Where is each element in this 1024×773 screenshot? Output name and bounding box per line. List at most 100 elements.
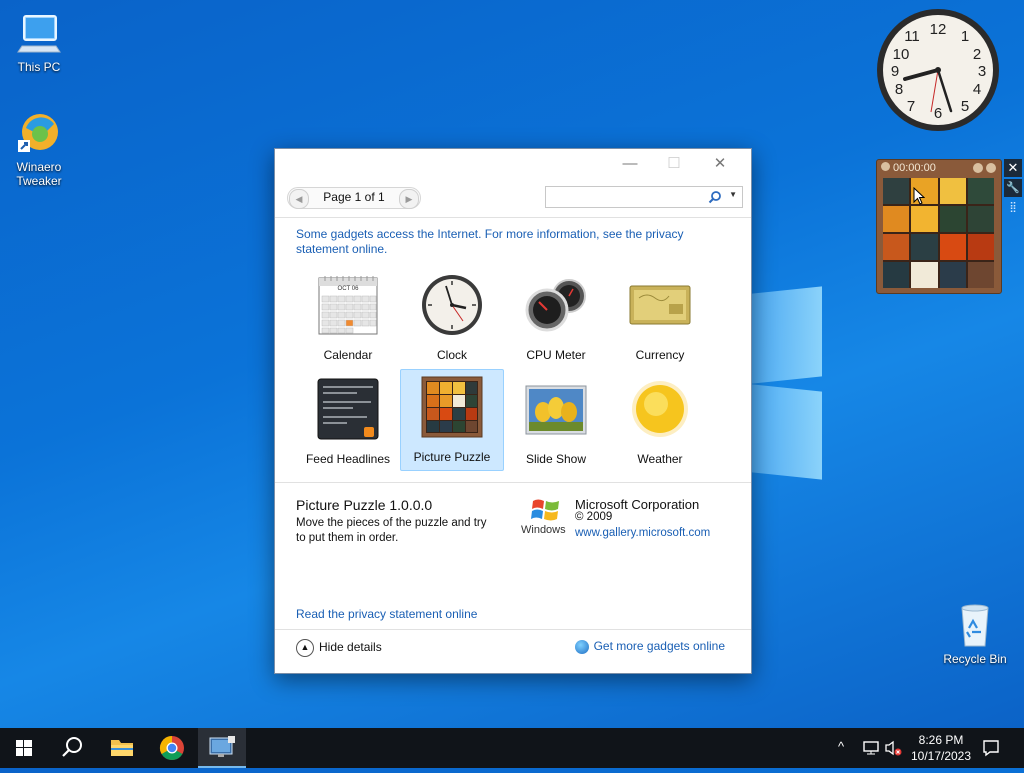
clock-icon: [421, 274, 483, 336]
windows-flag-icon: [531, 499, 559, 521]
gadget-feed-headlines[interactable]: Feed Headlines: [296, 371, 400, 473]
close-button[interactable]: ✕: [705, 153, 735, 175]
puzzle-tile[interactable]: [939, 262, 966, 288]
puzzle-tile[interactable]: [911, 234, 938, 260]
drag-gadget-handle[interactable]: ⣿: [1004, 199, 1022, 217]
svg-text:9: 9: [891, 63, 899, 80]
wallpaper-logo-pane: [752, 286, 822, 384]
puzzle-tile[interactable]: [911, 206, 938, 232]
search-dropdown-icon[interactable]: ▼: [729, 190, 737, 199]
gadget-slide-show[interactable]: Slide Show: [504, 371, 608, 473]
svg-text:7: 7: [907, 98, 915, 115]
puzzle-tile[interactable]: [967, 234, 994, 260]
search-box[interactable]: ▼: [545, 186, 743, 208]
gadget-label: Weather: [637, 452, 683, 466]
puzzle-tile[interactable]: [883, 206, 910, 232]
gadget-label: CPU Meter: [526, 348, 586, 362]
slide-show-icon: [525, 378, 587, 440]
help-icon[interactable]: [973, 163, 983, 173]
desktop-icon-winaero-tweaker[interactable]: Winaero Tweaker: [4, 110, 74, 188]
gadget-options-button[interactable]: 🔧: [1004, 179, 1022, 197]
puzzle-tile[interactable]: [939, 206, 966, 232]
clock-gadget[interactable]: 12 1 2 345 678 9 10 11: [875, 7, 1001, 133]
desktop-icon-label: This PC: [17, 60, 61, 74]
notifications-icon[interactable]: [982, 739, 1000, 757]
desktop-icon-this-pc[interactable]: This PC: [4, 10, 74, 74]
get-more-gadgets-label: Get more gadgets online: [593, 639, 725, 653]
details-title: Picture Puzzle 1.0.0.0: [296, 497, 433, 513]
gadget-clock[interactable]: Clock: [400, 267, 504, 369]
cpu-meter-icon: [525, 274, 587, 336]
start-button[interactable]: [0, 728, 48, 768]
volume-muted-icon[interactable]: [884, 740, 902, 756]
network-icon[interactable]: [862, 740, 880, 756]
pause-icon[interactable]: [986, 163, 996, 173]
calendar-icon: OCT 06: [317, 274, 379, 336]
maximize-icon: ☐: [667, 155, 681, 172]
puzzle-tile[interactable]: [967, 178, 994, 204]
gadget-weather[interactable]: Weather: [608, 371, 712, 473]
search-icon[interactable]: [708, 190, 722, 204]
privacy-statement-link[interactable]: Read the privacy statement online: [296, 607, 477, 621]
puzzle-tile[interactable]: [883, 234, 910, 260]
gadgets-window: — ☐ ✕ ◀ Page 1 of 1 ▶ ▼ Some gadgets acc…: [274, 148, 752, 674]
puzzle-tile[interactable]: [967, 206, 994, 232]
search-taskbar-button[interactable]: [48, 728, 96, 768]
gadget-picture-puzzle[interactable]: Picture Puzzle: [400, 369, 504, 471]
clock-face-icon: 12 12 345 678 91011: [877, 9, 999, 131]
winaero-tweaker-icon: [16, 110, 62, 156]
puzzle-grid[interactable]: [883, 178, 994, 288]
show-hidden-icons-button[interactable]: ^: [838, 739, 844, 754]
chevron-right-icon: ▶: [405, 194, 413, 204]
desktop-icon-label: Winaero Tweaker: [16, 160, 62, 188]
puzzle-tile[interactable]: [883, 178, 910, 204]
minimize-button[interactable]: —: [615, 153, 645, 175]
chrome-button[interactable]: [148, 728, 196, 768]
taskbar-time: 8:26 PM: [918, 733, 964, 747]
svg-text:3: 3: [978, 63, 986, 80]
gadget-calendar[interactable]: OCT 06 Calendar: [296, 267, 400, 369]
gadget-label: Currency: [635, 348, 685, 362]
next-page-button[interactable]: ▶: [399, 189, 419, 209]
publisher-name: Microsoft Corporation: [575, 497, 700, 512]
feed-headlines-icon: [317, 378, 379, 440]
maximize-button[interactable]: ☐: [659, 153, 689, 175]
picture-puzzle-gadget[interactable]: 00:00:00: [876, 159, 1002, 294]
publisher-url-link[interactable]: www.gallery.microsoft.com: [575, 527, 710, 539]
windows-logo-text: Windows: [521, 524, 566, 536]
gadget-currency[interactable]: Currency: [608, 267, 712, 369]
taskbar: ^ 8:26 PM 10/17/2023: [0, 728, 1024, 768]
puzzle-empty-slot[interactable]: [967, 262, 994, 288]
gadget-side-toolbar: ✕ 🔧 ⣿: [1004, 159, 1022, 217]
close-icon: ✕: [1007, 160, 1019, 175]
windows-logo: Windows: [521, 497, 571, 539]
close-gadget-button[interactable]: ✕: [1004, 159, 1022, 177]
folder-icon: [111, 740, 133, 756]
search-input[interactable]: [548, 188, 702, 206]
minimize-icon: —: [622, 155, 638, 172]
svg-text:4: 4: [973, 81, 981, 98]
taskbar-date: 10/17/2023: [910, 749, 972, 763]
gadgets-app-icon: [209, 736, 235, 757]
internet-notice-link[interactable]: Some gadgets access the Internet. For mo…: [296, 227, 716, 257]
divider: [275, 482, 751, 483]
file-explorer-button[interactable]: [98, 728, 146, 768]
desktop-icon-recycle-bin[interactable]: Recycle Bin: [940, 602, 1010, 666]
close-icon: ✕: [713, 155, 727, 172]
hide-details-button[interactable]: ▲ Hide details: [296, 639, 382, 657]
svg-text:10: 10: [893, 46, 910, 63]
puzzle-tile[interactable]: [911, 262, 938, 288]
puzzle-tile[interactable]: [939, 178, 966, 204]
clock-area[interactable]: 8:26 PM 10/17/2023: [906, 732, 976, 764]
mouse-pointer-icon: [913, 187, 925, 205]
gadget-cpu-meter[interactable]: CPU Meter: [504, 267, 608, 369]
chrome-icon: [159, 736, 184, 761]
monitor-icon: [16, 10, 62, 56]
get-more-gadgets-link[interactable]: Get more gadgets online: [574, 639, 725, 654]
puzzle-tile[interactable]: [939, 234, 966, 260]
gadgets-app-button[interactable]: [198, 728, 246, 768]
svg-text:8: 8: [895, 81, 903, 98]
puzzle-tile[interactable]: [883, 262, 910, 288]
puzzle-timer-bar: 00:00:00: [881, 162, 997, 176]
svg-text:2: 2: [973, 46, 981, 63]
